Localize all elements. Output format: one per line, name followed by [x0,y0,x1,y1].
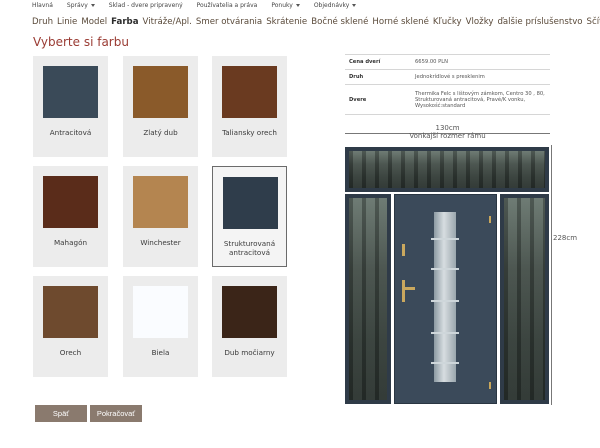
door-handle-icon [402,287,415,290]
color-swatch [43,66,98,118]
step-tab[interactable]: Vložky [466,17,494,27]
topnav-item[interactable]: Správy [67,2,95,9]
color-label: Antracitová [49,128,92,137]
summary-value: 6659.00 PLN [411,54,550,70]
back-button[interactable]: Späť [35,405,87,422]
handle-plate-icon [402,280,405,302]
color-option[interactable]: Orech [33,276,108,377]
topnav-item[interactable]: Objednávky [314,2,357,9]
color-option[interactable]: Mahagón [33,166,108,267]
step-tab[interactable]: Vitráže/Apl. [143,17,192,27]
summary-row: Dvere Thermika Felc s lištovým zámkom, Ce… [345,84,550,115]
color-swatch [133,176,188,228]
top-nav: Hlavná Správy Sklad - dvere pripravený Použ… [32,2,357,9]
right-sidelight-glass [504,198,545,400]
hinge-icon [489,216,491,223]
color-label: Mahagón [53,238,88,247]
color-option[interactable]: Zlatý dub [123,56,198,157]
summary-value: Thermika Felc s lištovým zámkom, Centro … [411,84,550,115]
color-option[interactable]: Dub močiarny [212,276,287,377]
topnav-label: Hlavná [32,2,53,9]
topnav-item[interactable]: Používatelia a práva [197,2,258,9]
color-option[interactable]: Taliansky orech [212,56,287,157]
color-option[interactable]: Strukturovaná antracitová [212,166,287,267]
topnav-label: Sklad - dvere pripravený [108,2,183,9]
topnav-label: Používatelia a práva [196,2,258,9]
topnav-label: Objednávky [313,2,350,9]
decor-bar [431,268,459,270]
color-swatch [133,286,188,338]
color-label: Orech [59,348,82,357]
color-swatch [223,177,278,229]
height-dimension-line [551,145,552,405]
summary-value: Jednokrídlové s presklenim [411,69,550,85]
color-label: Biela [151,348,170,357]
topnav-item[interactable]: Hlavná [32,2,53,9]
color-swatch [222,66,277,118]
page-title: Vyberte si farbu [33,35,129,49]
summary-row: Cena dverí 6659.00 PLN [345,54,550,70]
step-tab[interactable]: ďalšie príslušenstvo [497,17,582,27]
lock-plate-icon [402,244,405,256]
step-tab[interactable]: Smer otvárania [196,17,262,27]
color-swatch [222,286,277,338]
step-tab[interactable]: Model [81,17,107,27]
color-option[interactable]: Winchester [123,166,198,267]
color-label: Zlatý dub [143,128,178,137]
summary-row: Druh Jednokrídlové s presklenim [345,69,550,85]
decor-bar [431,238,459,240]
topnav-item[interactable]: Sklad - dvere pripravený [109,2,183,9]
topnav-label: Ponuky [271,2,293,9]
step-tab[interactable]: Farba [111,17,138,27]
width-dimension: 130cm [435,124,460,132]
step-tab[interactable]: Linie [57,17,77,27]
width-caption: Vonkajší rozmer rámu [409,132,486,140]
chevron-down-icon [90,4,95,7]
color-swatch [43,286,98,338]
color-label: Dub močiarny [224,348,275,357]
step-tab[interactable]: Kľučky [433,17,462,27]
decor-bar [431,362,459,364]
color-label: Winchester [140,238,181,247]
color-option[interactable]: Antracitová [33,56,108,157]
step-tab[interactable]: Druh [32,17,53,27]
decor-bar [431,300,459,302]
step-tab[interactable]: Sčítanie [587,17,600,27]
color-label: Taliansky orech [222,128,277,137]
color-option[interactable]: Biela [123,276,198,377]
summary-table: Cena dverí 6659.00 PLN Druh Jednokrídlové s… [345,54,550,115]
hinge-icon [489,382,491,389]
summary-label: Cena dverí [345,54,411,70]
chevron-down-icon [295,4,300,7]
color-swatch [43,176,98,228]
configurator-steps: Druh Linie Model Farba Vitráže/Apl. Smer otvá… [32,17,600,27]
transom-glass [349,151,545,188]
next-button[interactable]: Pokračovať [90,405,142,422]
step-tab[interactable]: Bočné sklené [311,17,368,27]
topnav-item[interactable]: Ponuky [271,2,300,9]
height-dimension: 228cm [553,234,578,242]
step-tab[interactable]: Skrátenie [266,17,307,27]
left-sidelight-glass [349,198,387,400]
color-label: Strukturovaná antracitová [223,239,276,257]
topnav-label: Správy [66,2,88,9]
step-tab[interactable]: Horné sklené [372,17,428,27]
chevron-down-icon [352,4,357,7]
color-swatch [133,66,188,118]
summary-label: Druh [345,69,411,85]
summary-label: Dvere [345,84,411,115]
decor-bar [431,332,459,334]
